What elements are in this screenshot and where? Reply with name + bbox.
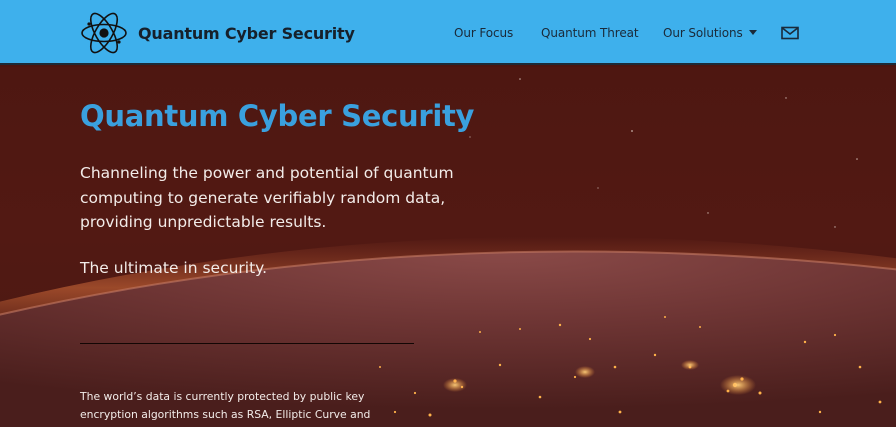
- caret-down-icon: [748, 30, 757, 35]
- divider: [80, 343, 414, 344]
- navbar: Quantum Cyber Security Our Focus Quantum…: [0, 0, 896, 65]
- contact-mail-button[interactable]: [781, 0, 799, 65]
- brand[interactable]: Quantum Cyber Security: [80, 8, 355, 58]
- nav-link-label: Quantum Threat: [541, 25, 639, 40]
- nav-link-quantum-threat[interactable]: Quantum Threat: [541, 0, 639, 65]
- hero-body-text: The world’s data is currently protected …: [80, 390, 371, 421]
- brand-name: Quantum Cyber Security: [138, 23, 355, 43]
- nav-link-label: Our Solutions: [663, 25, 743, 40]
- hero-section: Quantum Cyber Security Channeling the po…: [0, 67, 896, 427]
- mail-icon: [781, 26, 799, 39]
- hero-title: Quantum Cyber Security: [80, 99, 475, 133]
- hero-lead-text: Channeling the power and potential of qu…: [80, 164, 454, 231]
- atom-icon: [81, 12, 127, 54]
- nav-dropdown-our-solutions[interactable]: Our Solutions: [663, 0, 757, 65]
- nav-link-label: Our Focus: [454, 25, 514, 40]
- hero-tagline: The ultimate in security.: [80, 259, 268, 277]
- nav-link-our-focus[interactable]: Our Focus: [454, 0, 513, 65]
